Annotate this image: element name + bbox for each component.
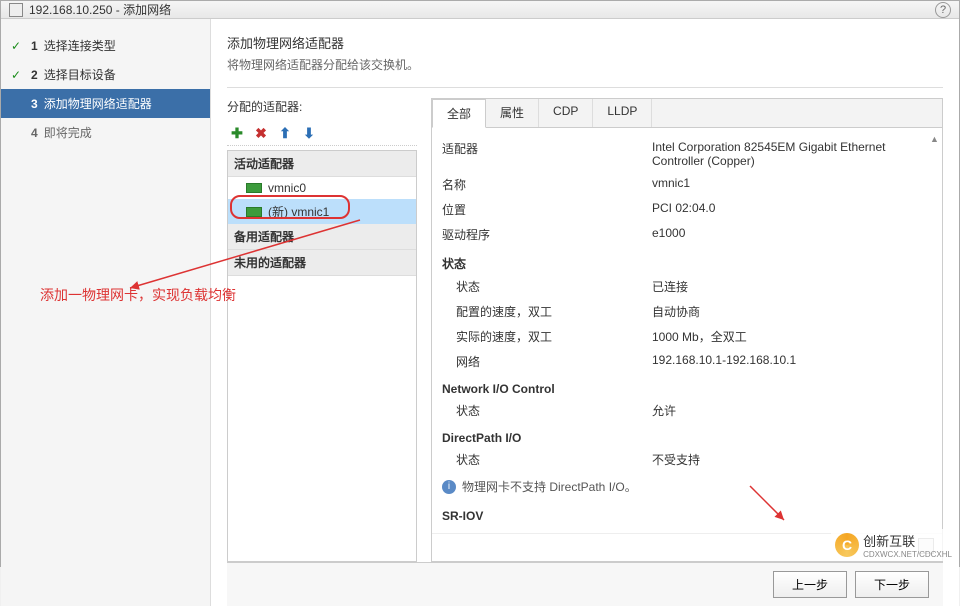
move-up-icon[interactable]: ⬆ (277, 125, 293, 141)
dialog-footer: 上一步 下一步 (227, 562, 943, 606)
check-icon (11, 97, 25, 111)
row-network: 网络192.168.10.1-192.168.10.1 (442, 349, 932, 374)
section-nioc: Network I/O Control (442, 374, 932, 398)
assigned-label: 分配的适配器: (227, 98, 417, 115)
wizard-steps: ✓ 1 选择连接类型 ✓ 2 选择目标设备 3 添加物理网络适配器 4 即将完成 (1, 19, 211, 606)
section-sriov: SR-IOV (442, 501, 932, 525)
main-content: 添加物理网络适配器 将物理网络适配器分配给该交换机。 分配的适配器: ✚ ✖ ⬆… (211, 19, 959, 606)
check-icon (11, 126, 25, 140)
step-number: 1 (31, 39, 38, 53)
row-driver: 驱动程序e1000 (442, 222, 932, 247)
titlebar: 192.168.10.250 - 添加网络 ? (1, 1, 959, 19)
page-description: 将物理网络适配器分配给该交换机。 (227, 56, 943, 73)
scrollbar[interactable]: ▲ (930, 134, 940, 527)
step-label: 即将完成 (44, 124, 92, 141)
detail-body[interactable]: ▲ 适配器Intel Corporation 82545EM Gigabit E… (432, 128, 942, 533)
scroll-up-icon[interactable]: ▲ (930, 134, 939, 144)
row-name: 名称vmnic1 (442, 172, 932, 197)
row-dpio-status: 状态不受支持 (442, 447, 932, 472)
next-button[interactable]: 下一步 (855, 571, 929, 598)
dpio-note: i 物理网卡不支持 DirectPath I/O。 (442, 472, 932, 501)
step-number: 3 (31, 97, 38, 111)
section-dpio: DirectPath I/O (442, 423, 932, 447)
host-icon (9, 3, 23, 17)
wizard-step-4[interactable]: 4 即将完成 (1, 118, 210, 147)
wizard-step-1[interactable]: ✓ 1 选择连接类型 (1, 31, 210, 60)
add-icon[interactable]: ✚ (229, 125, 245, 141)
delete-icon[interactable]: ✖ (253, 125, 269, 141)
adapter-list: 活动适配器 vmnic0 (新) vmnic1 备用适配器 未用的适配器 (227, 150, 417, 562)
step-label: 添加物理网络适配器 (44, 95, 152, 112)
adapter-details-pane: 全部 属性 CDP LLDP ▲ 适配器Intel Corporation 82… (431, 98, 943, 562)
row-actual-speed: 实际的速度，双工1000 Mb，全双工 (442, 324, 932, 349)
check-icon: ✓ (11, 39, 25, 53)
dialog-body: ✓ 1 选择连接类型 ✓ 2 选择目标设备 3 添加物理网络适配器 4 即将完成 (1, 19, 959, 606)
prev-button[interactable]: 上一步 (773, 571, 847, 598)
group-standby: 备用适配器 (228, 224, 416, 250)
tab-cdp[interactable]: CDP (539, 99, 593, 127)
row-adapter: 适配器Intel Corporation 82545EM Gigabit Eth… (442, 136, 932, 172)
group-active: 活动适配器 (228, 151, 416, 177)
move-down-icon[interactable]: ⬇ (301, 125, 317, 141)
content-row: 分配的适配器: ✚ ✖ ⬆ ⬇ 活动适配器 vmnic0 (227, 98, 943, 562)
info-icon: i (442, 480, 456, 494)
group-unused: 未用的适配器 (228, 250, 416, 276)
step-label: 选择目标设备 (44, 66, 116, 83)
wizard-step-3[interactable]: 3 添加物理网络适配器 (1, 89, 210, 118)
page-heading: 添加物理网络适配器 (227, 33, 943, 52)
divider (227, 87, 943, 88)
check-icon: ✓ (11, 68, 25, 82)
adapter-item-vmnic0[interactable]: vmnic0 (228, 177, 416, 199)
main-header: 添加物理网络适配器 将物理网络适配器分配给该交换机。 (227, 33, 943, 87)
annotation-text: 添加一物理网卡，实现负载均衡 (40, 285, 236, 305)
adapter-toolbar: ✚ ✖ ⬆ ⬇ (227, 121, 417, 146)
adapter-label: vmnic0 (268, 181, 306, 195)
assigned-adapters-pane: 分配的适配器: ✚ ✖ ⬆ ⬇ 活动适配器 vmnic0 (227, 98, 417, 562)
step-number: 4 (31, 126, 38, 140)
tab-lldp[interactable]: LLDP (593, 99, 652, 127)
row-configured-speed: 配置的速度，双工自动协商 (442, 299, 932, 324)
adapter-label: (新) vmnic1 (268, 203, 329, 220)
detail-tabs: 全部 属性 CDP LLDP (432, 99, 942, 128)
step-label: 选择连接类型 (44, 37, 116, 54)
section-status: 状态 (442, 247, 932, 274)
tab-all[interactable]: 全部 (432, 99, 486, 128)
watermark-sub: CDXWCX.NET/CDCXHL (863, 550, 952, 559)
row-status: 状态已连接 (442, 274, 932, 299)
nic-icon (246, 183, 262, 193)
wizard-step-2[interactable]: ✓ 2 选择目标设备 (1, 60, 210, 89)
tab-properties[interactable]: 属性 (486, 99, 539, 127)
watermark-logo: C (835, 533, 859, 557)
row-location: 位置PCI 02:04.0 (442, 197, 932, 222)
step-number: 2 (31, 68, 38, 82)
row-nioc-status: 状态允许 (442, 398, 932, 423)
watermark-brand: 创新互联 (863, 534, 915, 549)
watermark: C 创新互联 CDXWCX.NET/CDCXHL (831, 529, 956, 561)
dialog-window: 192.168.10.250 - 添加网络 ? ✓ 1 选择连接类型 ✓ 2 选… (0, 0, 960, 567)
help-icon[interactable]: ? (935, 2, 951, 18)
nic-icon (246, 207, 262, 217)
window-title: 192.168.10.250 - 添加网络 (29, 1, 935, 18)
adapter-item-vmnic1[interactable]: (新) vmnic1 (228, 199, 416, 224)
